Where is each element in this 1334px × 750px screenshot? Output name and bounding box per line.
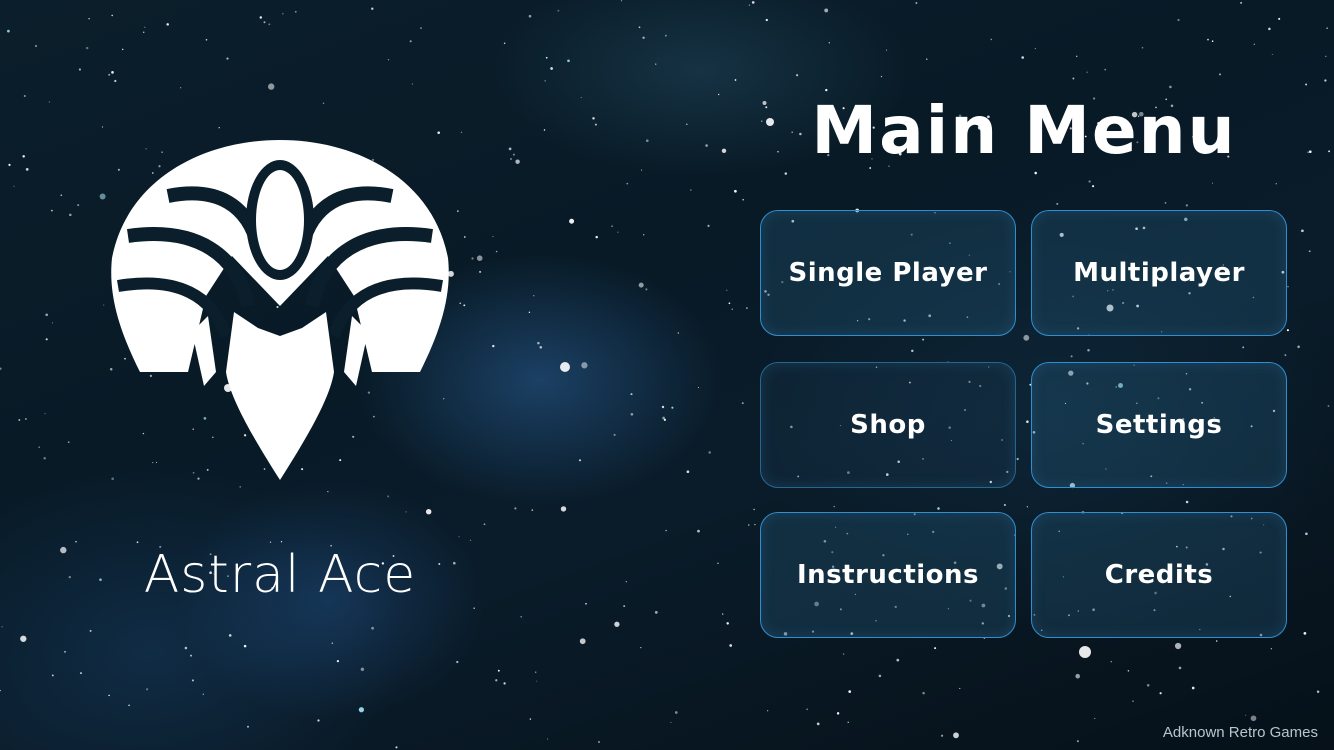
multiplayer-button[interactable]: Multiplayer (1031, 210, 1287, 336)
credits-button[interactable]: Credits (1031, 512, 1287, 638)
game-title: Astral Ace (143, 545, 417, 605)
single-player-button[interactable]: Single Player (760, 210, 1016, 336)
main-menu-screen: Astral Ace Main Menu Single Player Multi… (0, 0, 1334, 750)
menu-title: Main Menu (811, 92, 1237, 169)
instructions-button[interactable]: Instructions (760, 512, 1016, 638)
studio-credit: Adknown Retro Games (1162, 724, 1318, 741)
astral-ace-logo (111, 140, 449, 480)
shop-button[interactable]: Shop (760, 362, 1016, 488)
settings-button[interactable]: Settings (1031, 362, 1287, 488)
